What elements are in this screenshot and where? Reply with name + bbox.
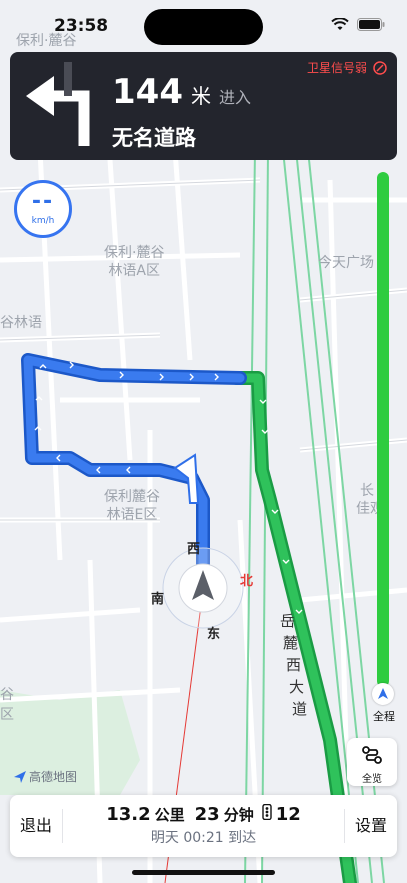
navigation-arrow-icon xyxy=(378,688,388,699)
next-road-name: 无名道路 xyxy=(112,126,196,150)
remaining-time-unit: 分钟 xyxy=(223,806,254,824)
map-poi-label: 今天广场 xyxy=(318,255,374,271)
trip-summary-bar: 退出 13.2 公里 23 分钟 12 明天 00:21 到达 设置 xyxy=(10,795,397,857)
map-poi-label: 谷 xyxy=(0,687,14,703)
poi-line: 保利·麓谷 xyxy=(104,245,165,261)
map-poi-label: 谷林语 xyxy=(0,315,42,331)
speedometer: -- km/h xyxy=(14,180,72,238)
status-icons xyxy=(331,18,385,31)
compass-south: 南 xyxy=(151,592,165,607)
satellite-icon xyxy=(373,60,387,75)
map-poi-label: 保利·麓谷 林语A区 xyxy=(104,244,164,280)
amap-logo: 高德地图 xyxy=(14,768,77,785)
settings-button[interactable]: 设置 xyxy=(345,795,397,857)
turn-distance: 144 米 进入 xyxy=(112,72,251,112)
overview-button[interactable]: 全览 xyxy=(347,738,397,786)
turn-instruction-card[interactable]: 144 米 进入 无名道路 卫星信号弱 xyxy=(10,52,397,160)
route-progress-bar xyxy=(377,172,389,687)
distance-unit: 米 xyxy=(190,84,211,108)
remaining-time: 23 xyxy=(194,804,220,825)
brand-text: 高德地图 xyxy=(29,770,78,784)
arrival-time: 明天 00:21 到达 xyxy=(150,830,257,846)
compass-north: 北 xyxy=(240,574,254,589)
traffic-light-count: 12 xyxy=(275,804,301,825)
gps-warning-text: 卫星信号弱 xyxy=(306,61,367,75)
road-label-vertical: 岳 麓 西 大 道 xyxy=(280,610,308,720)
road-char: 西 xyxy=(286,656,302,674)
speed-value: -- xyxy=(31,189,55,214)
battery-icon xyxy=(357,18,385,31)
trip-stats: 13.2 公里 23 分钟 12 xyxy=(62,804,345,825)
remaining-distance-unit: 公里 xyxy=(154,806,185,824)
road-char: 大 xyxy=(289,678,305,696)
overview-label: 全览 xyxy=(362,774,382,785)
dynamic-island xyxy=(144,9,263,45)
route-progress-label: 全程 xyxy=(373,710,395,723)
poi-line: 林语A区 xyxy=(108,263,161,279)
road-char: 岳 xyxy=(280,612,296,630)
map-poi-label: 保利麓谷 林语E区 xyxy=(104,488,160,524)
traffic-light-icon xyxy=(262,804,272,820)
road-char: 麓 xyxy=(283,634,299,652)
wifi-icon xyxy=(331,18,349,30)
map-poi-label: 区 xyxy=(0,707,14,723)
remaining-distance: 13.2 xyxy=(106,804,151,825)
distance-value: 144 xyxy=(112,72,183,112)
poi-line: 林语E区 xyxy=(106,507,158,523)
home-indicator[interactable] xyxy=(132,870,275,875)
amap-logo-icon xyxy=(14,770,26,783)
exit-button[interactable]: 退出 xyxy=(10,795,62,857)
compass-west: 西 xyxy=(187,542,201,557)
turn-left-icon xyxy=(26,76,90,146)
lane-guide-icon xyxy=(64,62,72,96)
compass-east: 东 xyxy=(207,627,221,642)
route-progress-marker xyxy=(372,683,394,705)
trip-info[interactable]: 13.2 公里 23 分钟 12 明天 00:21 到达 xyxy=(62,804,345,847)
poi-line: 保利麓谷 xyxy=(104,489,160,505)
road-char: 道 xyxy=(292,700,308,718)
turn-action: 进入 xyxy=(218,88,251,107)
map-poi-label: 长 xyxy=(360,483,374,499)
speed-unit: km/h xyxy=(31,216,55,226)
status-time: 23:58 xyxy=(54,16,109,36)
gps-weak-warning: 卫星信号弱 xyxy=(307,59,387,76)
route-overview-icon xyxy=(362,746,382,764)
